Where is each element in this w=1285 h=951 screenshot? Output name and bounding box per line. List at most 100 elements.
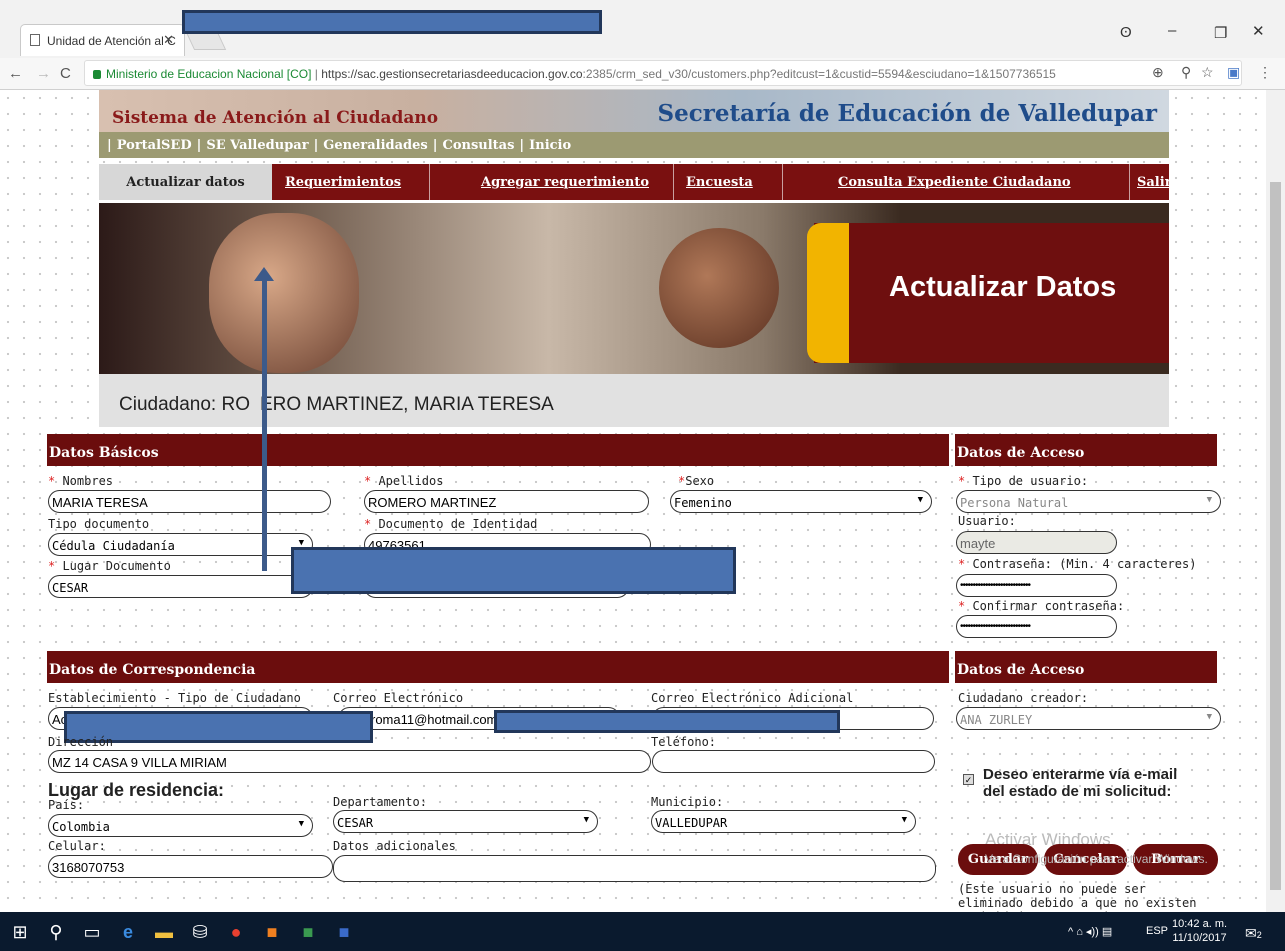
person-photo [659,228,779,348]
file-explorer-icon[interactable]: ▬ [152,920,176,944]
tab-actualizar-datos[interactable]: Actualizar datos [99,164,272,200]
municipio-label: Municipio: [651,795,724,809]
main-nav: Actualizar datos Requerimientos Agregar … [99,164,1172,200]
forward-icon[interactable]: → [36,65,51,82]
contrasena-label: * Contraseña: (Min. 4 caracteres) [958,557,1197,571]
documento-label: * Documento de Identidad [364,517,538,531]
close-window-icon[interactable]: ✕ [1252,22,1265,40]
search-icon[interactable]: ⚲ [44,920,68,944]
url-host: https://sac.gestionsecretariasdeeducacio… [321,67,583,81]
clock[interactable]: 10:42 a. m. 11/10/2017 [1172,917,1227,945]
confirmar-label: * Confirmar contraseña: [958,599,1125,613]
task-view-icon[interactable]: ▭ [80,920,104,944]
tab-requerimientos[interactable]: Requerimientos [285,175,401,190]
creador-select[interactable]: ANA ZURLEY ▼ [956,707,1221,730]
password-input[interactable]: •••••••••••••••••••••••••••• [956,574,1117,597]
language-indicator[interactable]: ESP [1146,925,1168,937]
tipo-doc-select[interactable]: Cédula Ciudadanía ▼ [48,533,313,556]
correo-label: Correo Electrónico [333,691,464,705]
back-icon[interactable]: ← [8,65,23,82]
person-photo [209,213,359,373]
sexo-label: *Sexo [678,474,715,488]
chrome-icon[interactable]: ● [224,920,248,944]
tab-encuesta[interactable]: Encuesta [686,175,753,190]
pais-label: País: [48,798,85,812]
banner-right-title: Secretaría de Educación de Valledupar [657,100,1157,127]
direccion-label: Dirección [48,735,114,749]
menu-icon[interactable]: ⋮ [1258,64,1272,81]
edge-icon[interactable]: e [116,920,140,944]
nav-divider [429,164,430,200]
url-sep: | [311,67,322,81]
sexo-select[interactable]: Femenino ▼ [670,490,932,513]
hero-title: Actualizar Datos [889,271,1117,303]
citizen-name-rest: ERO MARTINEZ, MARIA TERESA [259,394,554,415]
tipo-usuario-label: * Tipo de usuario: [958,474,1089,488]
tab-agregar-requerimiento[interactable]: Agregar requerimiento [481,175,649,190]
section-datos-correspondencia: Datos de Correspondencia [47,651,949,683]
apellidos-input[interactable]: ROMERO MARTINEZ [364,490,649,513]
departamento-label: Departamento: [333,795,427,809]
menu-portalsed[interactable]: PortalSED [117,138,192,153]
page-icon [30,34,40,46]
datos-adicionales-input[interactable] [333,855,936,882]
correo-adicional-label: Correo Electrónico Adicional [651,691,854,705]
menu-se-valledupar[interactable]: SE Valledupar [206,138,308,153]
tab-salir[interactable]: Salir [1137,175,1172,190]
usuario-input[interactable]: mayte [956,531,1117,554]
extension-box-icon[interactable]: ▣ [1227,64,1240,81]
menu-inicio[interactable]: Inicio [529,138,571,153]
pais-select[interactable]: Colombia ▼ [48,814,313,837]
nombres-input[interactable]: MARIA TERESA [48,490,331,513]
redaction-box [291,547,736,594]
usuario-label: Usuario: [958,514,1016,528]
nav-divider [673,164,674,200]
browser-tab[interactable]: Unidad de Atención al C ✕ [20,24,185,56]
tab-close-icon[interactable]: ✕ [163,32,174,48]
windows-start-icon[interactable]: ⊞ [8,920,32,944]
vertical-scrollbar[interactable] [1266,90,1285,912]
page-viewport: Sistema de Atención al Ciudadano Secretar… [0,90,1266,912]
lock-icon [93,70,101,79]
profile-icon[interactable]: ʘ [1120,24,1132,41]
tipo-usuario-select[interactable]: Persona Natural ▼ [956,490,1221,513]
section-datos-basicos: Datos Básicos [47,434,949,466]
departamento-select[interactable]: CESAR ▼ [333,810,598,833]
lugar-doc-input[interactable]: CESAR [48,575,313,598]
top-menu: | PortalSED | SE Valledupar | Generalidades | C… [99,132,1169,158]
hero-image: Actualizar Datos [99,203,1169,374]
scrollbar-thumb[interactable] [1270,182,1281,890]
notification-icon[interactable]: ✉2 [1245,925,1262,942]
url-path: :2385/crm_sed_v30/customers.php?editcust… [582,67,1056,81]
citizen-bar: Ciudadano: RO ERO MARTINEZ, MARIA TERESA [99,374,1169,427]
word-icon[interactable]: ■ [332,920,356,944]
new-tab-button[interactable] [185,32,227,50]
tab-consulta-expediente[interactable]: Consulta Expediente Ciudadano [838,175,1071,190]
reload-icon[interactable]: C [60,65,71,82]
url-org: Ministerio de Educacion Nacional [CO] [106,67,312,81]
email-notify-checkbox[interactable]: ✓ [963,774,974,785]
municipio-select[interactable]: VALLEDUPAR ▼ [651,810,916,833]
telefono-input[interactable] [652,750,935,773]
restore-icon[interactable]: ❐ [1214,24,1227,42]
menu-generalidades[interactable]: Generalidades [323,138,427,153]
telefono-label: Teléfono: [651,735,717,749]
extension-icon[interactable]: ⚲ [1181,64,1191,81]
tray-icons[interactable]: ^ ⌂ ◂)) ▤ [1068,925,1112,938]
banner-left-title: Sistema de Atención al Ciudadano [112,108,439,128]
bookmark-star-icon[interactable]: ☆ [1201,64,1214,81]
outlook-icon[interactable]: ■ [260,920,284,944]
confirm-password-input[interactable]: •••••••••••••••••••••••••••• [956,615,1117,638]
site-banner: Sistema de Atención al Ciudadano Secretar… [99,90,1169,132]
zoom-icon[interactable]: ⊕ [1152,64,1164,81]
section-datos-acceso: Datos de Acceso [955,434,1217,466]
creador-label: Ciudadano creador: [958,691,1089,705]
url-input[interactable]: Ministerio de Educacion Nacional [CO] | … [84,60,1242,86]
celular-input[interactable]: 3168070753 [48,855,333,878]
direccion-input[interactable]: MZ 14 CASA 9 VILLA MIRIAM [48,750,651,773]
excel-icon[interactable]: ■ [296,920,320,944]
tab-title: Unidad de Atención al C [47,34,176,48]
menu-consultas[interactable]: Consultas [442,138,514,153]
store-icon[interactable]: ⛁ [188,920,212,944]
minimize-icon[interactable]: – [1168,22,1176,39]
